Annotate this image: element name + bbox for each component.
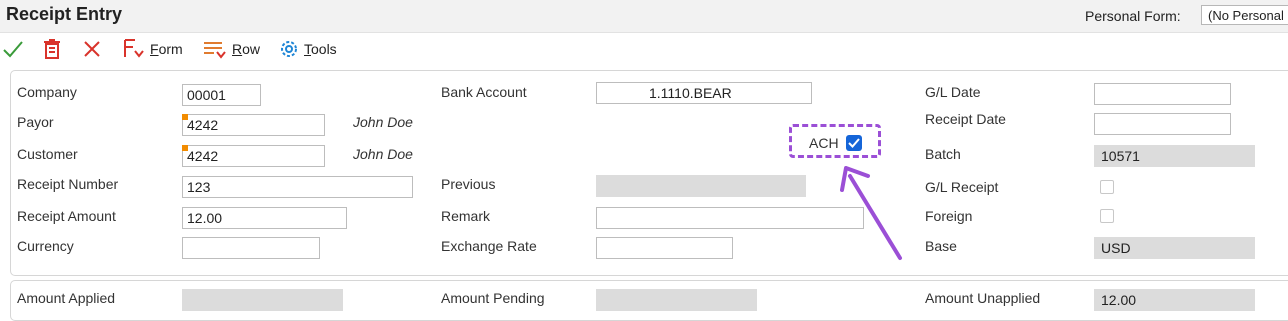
receipt-amount-field[interactable]: 12.00	[182, 207, 347, 229]
annotation-arrow-icon	[840, 166, 902, 260]
base-label: Base	[925, 238, 957, 254]
trash-icon	[44, 39, 60, 59]
base-currency-field: USD	[1094, 237, 1255, 259]
amount-unapplied-label: Amount Unapplied	[925, 290, 1041, 306]
currency-label: Currency	[17, 238, 74, 254]
foreign-label: Foreign	[925, 208, 973, 224]
customer-name: John Doe	[353, 146, 413, 162]
receipt-date-label: Receipt Date	[925, 111, 1006, 127]
batch-label: Batch	[925, 146, 961, 162]
tools-menu-button[interactable]: Tools	[278, 38, 337, 60]
close-icon	[84, 41, 100, 57]
form-menu-icon	[124, 39, 144, 58]
amount-applied-label: Amount Applied	[17, 290, 116, 306]
customer-label: Customer	[17, 146, 78, 162]
title-bar: Receipt Entry Personal Form: (No Persona…	[0, 0, 1288, 33]
previous-field	[596, 175, 806, 197]
amount-pending-field	[596, 289, 757, 311]
cancel-button[interactable]	[82, 38, 102, 60]
exchange-rate-field[interactable]	[596, 237, 733, 259]
ok-button[interactable]	[2, 38, 24, 60]
receipt-date-field[interactable]	[1094, 113, 1231, 135]
personal-form-label: Personal Form:	[1085, 8, 1181, 24]
row-menu-icon	[204, 42, 226, 59]
toolbar: Form Row Tools	[0, 33, 1288, 65]
ach-checkbox[interactable]	[846, 135, 862, 151]
gl-date-field[interactable]	[1094, 83, 1231, 105]
foreign-checkbox[interactable]	[1100, 209, 1114, 223]
delete-button[interactable]	[42, 38, 62, 60]
form-menu-label: Form	[150, 41, 183, 57]
row-menu-button[interactable]: Row	[202, 38, 260, 60]
company-label: Company	[17, 84, 77, 100]
row-menu-label: Row	[232, 41, 261, 57]
remark-label: Remark	[441, 208, 491, 224]
gl-date-label: G/L Date	[925, 84, 981, 100]
gl-receipt-checkbox[interactable]	[1100, 180, 1114, 194]
amount-pending-label: Amount Pending	[441, 290, 545, 306]
checkmark-icon	[3, 41, 23, 58]
customer-field[interactable]: 4242	[182, 145, 325, 167]
ach-label: ACH	[809, 135, 839, 151]
exchange-rate-label: Exchange Rate	[441, 238, 537, 254]
bank-account-field[interactable]: 1.1110.BEAR	[596, 82, 812, 104]
batch-field: 10571	[1094, 145, 1255, 167]
previous-label: Previous	[441, 176, 496, 192]
amount-unapplied-field: 12.00	[1094, 289, 1255, 311]
bank-account-label: Bank Account	[441, 84, 527, 100]
receipt-amount-label: Receipt Amount	[17, 208, 116, 224]
gear-icon	[281, 41, 297, 57]
payor-field[interactable]: 4242	[182, 114, 325, 136]
company-field[interactable]: 00001	[182, 84, 261, 106]
amount-applied-field	[182, 289, 343, 311]
receipt-number-label: Receipt Number	[17, 176, 119, 192]
payor-label: Payor	[17, 114, 54, 130]
payor-name: John Doe	[353, 114, 413, 130]
tools-menu-label: Tools	[304, 41, 337, 57]
page-title: Receipt Entry	[6, 4, 123, 24]
checkmark-icon	[848, 138, 860, 148]
gl-receipt-label: G/L Receipt	[925, 179, 999, 195]
currency-field[interactable]	[182, 237, 320, 259]
form-menu-button[interactable]: Form	[122, 38, 183, 60]
personal-form-select[interactable]: (No Personal Form)	[1201, 5, 1288, 25]
receipt-number-field[interactable]: 123	[182, 176, 413, 198]
